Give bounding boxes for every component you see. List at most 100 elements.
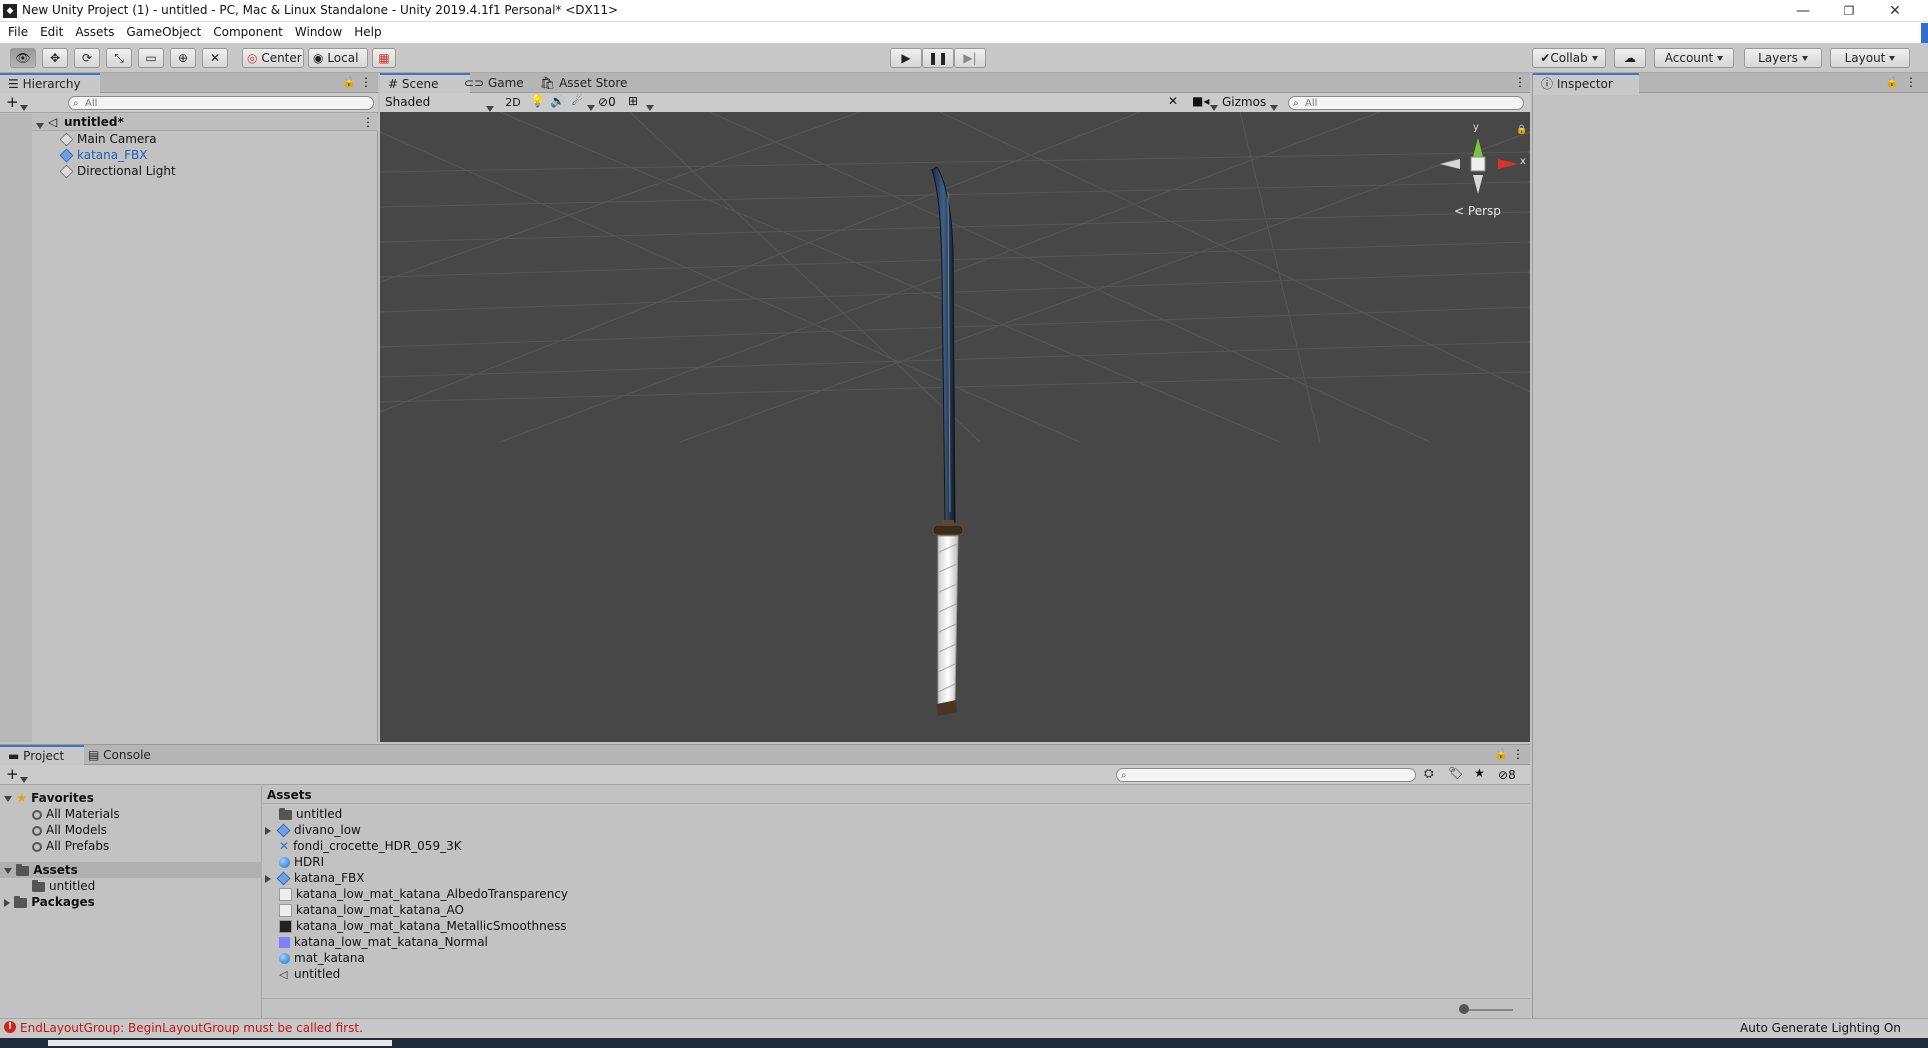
step-button[interactable]: ▶| — [954, 48, 986, 68]
list-item[interactable]: ◁ untitled — [279, 966, 340, 982]
move-tool-button[interactable]: ✥ — [42, 48, 68, 68]
hand-tool-button[interactable]: 👁 — [10, 48, 36, 68]
maximize-button[interactable]: ❐ — [1826, 0, 1872, 22]
list-item[interactable]: HDRI — [279, 854, 324, 870]
shading-mode-dropdown[interactable]: Shaded — [382, 94, 498, 112]
layers-dropdown[interactable]: Layers — [1744, 48, 1822, 68]
pivot-center-toggle[interactable]: ◎ Center — [242, 48, 304, 68]
filter-type-icon[interactable]: ⛭ — [1424, 766, 1434, 781]
lock-icon[interactable]: 🔒 — [1494, 747, 1508, 760]
kebab-menu-icon[interactable]: ⋮ — [1905, 75, 1917, 89]
list-item[interactable]: katana_low_mat_katana_Normal — [279, 934, 488, 950]
tools-icon[interactable]: ✕ — [1168, 94, 1178, 108]
light-bulb-icon[interactable]: 💡 — [530, 94, 545, 108]
kebab-menu-icon[interactable]: ⋮ — [1514, 75, 1526, 89]
menu-help[interactable]: Help — [348, 22, 387, 43]
gizmos-dropdown[interactable]: Gizmos — [1222, 94, 1266, 111]
icon-size-slider-thumb[interactable] — [1459, 1004, 1469, 1014]
taskbar-active-item[interactable] — [48, 1040, 392, 1046]
tab-game[interactable]: ⊂⊃ Game — [456, 73, 532, 93]
pause-button[interactable]: ❚❚ — [922, 48, 954, 68]
auto-lighting-status[interactable]: Auto Generate Lighting On — [1740, 1021, 1901, 1035]
account-dropdown[interactable]: Account — [1654, 48, 1734, 68]
packages-tree-header[interactable]: Packages — [4, 894, 95, 910]
menu-edit[interactable]: Edit — [34, 22, 69, 43]
texture-icon: ✕ — [279, 839, 290, 853]
list-item-label: katana_low_mat_katana_AlbedoTransparency — [296, 887, 568, 901]
collab-dropdown[interactable]: ✔Collab — [1532, 48, 1606, 68]
snap-button[interactable]: ▦ — [372, 48, 396, 68]
play-button[interactable]: ▶ — [890, 48, 922, 68]
orientation-gizmo[interactable] — [1440, 138, 1518, 194]
tree-item[interactable]: All Prefabs — [32, 838, 109, 854]
create-plus-icon[interactable]: + — [6, 765, 19, 784]
rect-tool-button[interactable]: ▭ — [138, 48, 164, 68]
tab-asset-store[interactable]: 🛍 Asset Store — [532, 73, 635, 93]
favorites-header[interactable]: ★ Favorites — [4, 790, 94, 806]
list-item[interactable]: divano_low — [265, 822, 361, 838]
hierarchy-search-input[interactable]: ⌕ All — [68, 96, 374, 110]
tree-item[interactable]: All Materials — [32, 806, 120, 822]
scene-viewport[interactable]: y x 🔒 < Persp — [380, 112, 1530, 742]
hidden-objects-toggle[interactable]: ⊘0 — [598, 94, 616, 111]
lock-icon[interactable]: 🔒 — [1885, 75, 1899, 88]
chevron-down-icon[interactable] — [20, 772, 28, 786]
2d-toggle[interactable]: 2D — [502, 94, 524, 111]
menu-gameobject[interactable]: GameObject — [120, 22, 207, 43]
list-item[interactable]: ✕ fondi_crocette_HDR_059_3K — [279, 838, 462, 854]
grid-toggle-icon[interactable]: ⊞ — [628, 94, 638, 108]
camera-icon[interactable]: ■◂ — [1192, 94, 1209, 108]
status-error-message[interactable]: EndLayoutGroup: BeginLayoutGroup must be… — [20, 1021, 363, 1035]
star-icon[interactable]: ★ — [1474, 766, 1485, 780]
tab-console[interactable]: ▤ Console — [80, 745, 159, 765]
assets-tree-header[interactable]: Assets — [0, 862, 262, 878]
project-search-input[interactable]: ⌕ — [1116, 768, 1416, 782]
icon-size-slider-track[interactable] — [1463, 1009, 1513, 1011]
create-plus-icon[interactable]: + — [6, 93, 19, 112]
lock-icon[interactable]: 🔒 — [1516, 125, 1527, 135]
layout-dropdown[interactable]: Layout — [1830, 48, 1910, 68]
label-tag-icon[interactable]: 🏷 — [1448, 766, 1463, 780]
audio-icon[interactable]: 🔊 — [550, 94, 565, 108]
breadcrumb[interactable]: Assets — [263, 786, 1530, 804]
list-item[interactable]: mat_katana — [279, 950, 365, 966]
tree-item[interactable]: untitled — [32, 878, 95, 894]
scene-search-input[interactable]: ⌕ All — [1288, 96, 1524, 110]
list-item[interactable]: katana_low_mat_katana_AO — [279, 902, 464, 918]
list-item[interactable]: katana_low_mat_katana_AlbedoTransparency — [279, 886, 568, 902]
minimize-button[interactable]: — — [1780, 0, 1826, 22]
list-item[interactable]: katana_FBX — [59, 147, 147, 163]
custom-tool-button[interactable]: ✕ — [202, 48, 228, 68]
tab-hierarchy[interactable]: ☰ Hierarchy — [0, 73, 100, 95]
close-button[interactable]: ✕ — [1872, 0, 1918, 22]
list-item[interactable]: Directional Light — [59, 163, 176, 179]
scale-tool-button[interactable]: ⤡ — [106, 48, 132, 68]
lock-icon[interactable]: 🔒 — [342, 75, 356, 88]
kebab-menu-icon[interactable]: ⋮ — [360, 75, 372, 89]
list-item[interactable]: katana_FBX — [265, 870, 364, 886]
kebab-menu-icon[interactable]: ⋮ — [1512, 747, 1524, 761]
menu-file[interactable]: File — [0, 22, 34, 43]
list-item[interactable]: katana_low_mat_katana_MetallicSmoothness — [279, 918, 567, 934]
rotate-tool-button[interactable]: ⟳ — [74, 48, 100, 68]
hidden-packages-toggle[interactable]: ⊘8 — [1498, 766, 1516, 784]
kebab-menu-icon[interactable]: ⋮ — [362, 114, 374, 130]
chevron-down-icon[interactable] — [20, 100, 28, 114]
chevron-down-icon — [4, 795, 12, 802]
menu-assets[interactable]: Assets — [69, 22, 120, 43]
tab-project[interactable]: ▬ Project — [0, 745, 84, 767]
transform-tool-button[interactable]: ⊕ — [170, 48, 196, 68]
list-item[interactable]: Main Camera — [59, 131, 157, 147]
scene-header-row[interactable]: ◁ untitled* ⋮ — [32, 114, 378, 131]
pivot-local-toggle[interactable]: ◉ Local — [308, 48, 368, 68]
list-item[interactable]: untitled — [279, 806, 342, 822]
menu-component[interactable]: Component — [207, 22, 289, 43]
projection-toggle[interactable]: < Persp — [1454, 204, 1501, 218]
local-icon: ◉ — [313, 51, 324, 65]
cloud-button[interactable]: ☁ — [1614, 48, 1646, 68]
tab-inspector[interactable]: ⓘ Inspector — [1533, 73, 1639, 95]
tree-item[interactable]: All Models — [32, 822, 107, 838]
menu-window[interactable]: Window — [289, 22, 348, 43]
chevron-down-icon[interactable] — [36, 118, 44, 132]
effects-icon[interactable]: ☄ — [572, 94, 583, 108]
